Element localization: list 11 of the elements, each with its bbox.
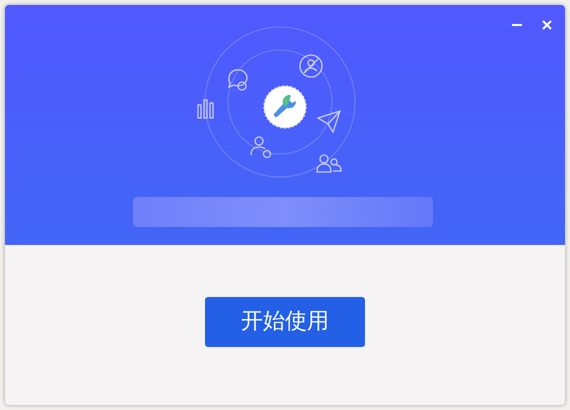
users-icon bbox=[316, 154, 342, 173]
paper-plane-icon bbox=[317, 110, 342, 134]
start-button[interactable]: 开始使用 bbox=[205, 296, 365, 346]
close-icon bbox=[541, 19, 553, 31]
chat-bubble-icon bbox=[228, 69, 248, 91]
wrench-icon bbox=[263, 85, 307, 129]
minimize-icon bbox=[512, 24, 522, 26]
user-blocked-icon bbox=[299, 54, 323, 78]
close-button[interactable] bbox=[541, 19, 553, 31]
user-add-icon bbox=[250, 136, 272, 158]
bar-chart-icon bbox=[197, 99, 214, 119]
